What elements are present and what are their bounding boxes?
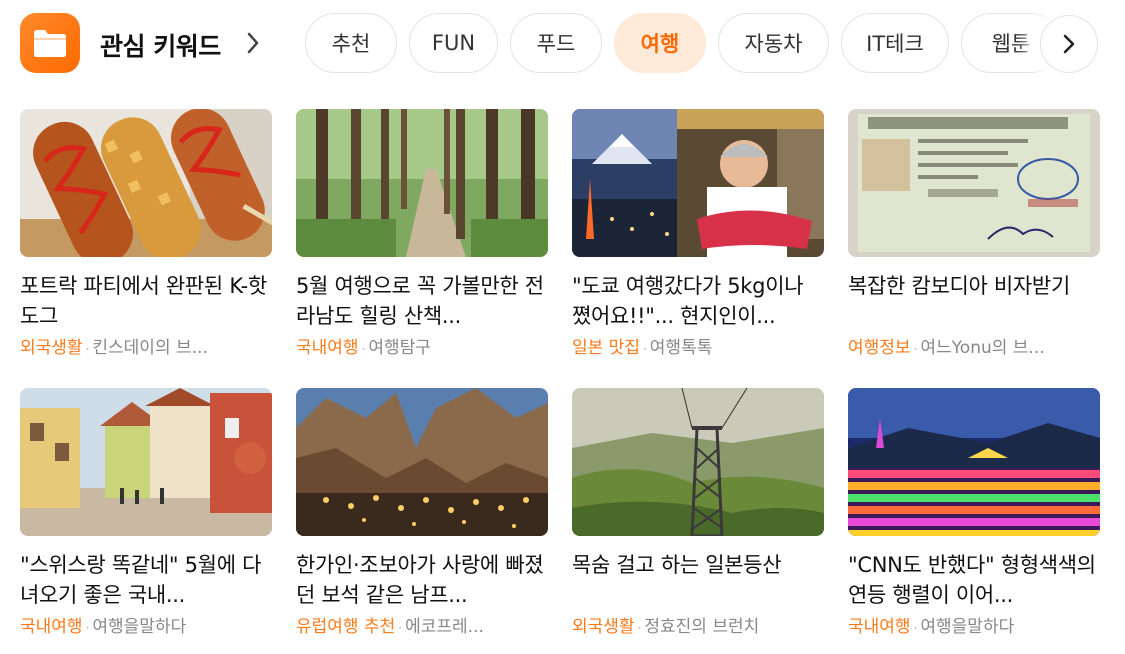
- article-source: 여행을말하다: [92, 617, 187, 637]
- folder-icon[interactable]: [20, 13, 80, 73]
- next-tabs-button[interactable]: [1040, 15, 1098, 73]
- tab-fun[interactable]: FUN: [409, 13, 498, 73]
- interest-keywords-title[interactable]: 관심 키워드: [100, 27, 221, 63]
- separator-dot: ·: [913, 621, 918, 635]
- article-category: 여행정보: [848, 338, 911, 358]
- article-meta: 외국생활 · 킨스데이의 브...: [20, 337, 272, 360]
- cable-car-mountain-thumbnail: [572, 388, 824, 536]
- article-category: 국내여행: [20, 617, 83, 637]
- article-source: 여행톡톡: [649, 338, 713, 358]
- chevron-right-icon: [1063, 34, 1075, 54]
- article-meta: 국내여행 · 여행을말하다: [20, 616, 272, 639]
- separator-dot: ·: [398, 621, 403, 635]
- article-category: 일본 맛집: [572, 338, 640, 358]
- tab-travel[interactable]: 여행: [614, 13, 706, 73]
- tab-food[interactable]: 푸드: [510, 13, 602, 73]
- tab-recommended[interactable]: 추천: [305, 13, 397, 73]
- article-source: 여행탐구: [368, 338, 431, 358]
- separator-dot: ·: [85, 621, 90, 635]
- article-title[interactable]: "도쿄 여행갔다가 5kg이나 쪘어요!!"... 현지인이...: [572, 271, 824, 331]
- hotdog-thumbnail: [20, 109, 272, 257]
- article-meta: 외국생활 · 정효진의 브런치: [572, 616, 824, 639]
- article-source: 에코프레...: [405, 617, 484, 637]
- separator-dot: ·: [637, 621, 642, 635]
- tab-cars[interactable]: 자동차: [718, 13, 829, 73]
- article-meta: 일본 맛집 · 여행톡톡: [572, 337, 824, 360]
- article-category: 유럽여행 추천: [296, 617, 396, 637]
- article-meta: 국내여행 · 여행을말하다: [848, 616, 1100, 639]
- lantern-temple-thumbnail: [848, 388, 1100, 536]
- tab-it-tech[interactable]: IT테크: [841, 13, 949, 73]
- forest-path-thumbnail: [296, 109, 548, 257]
- article-category: 외국생활: [20, 338, 83, 358]
- article-meta: 여행정보 · 여느Yonu의 브...: [848, 337, 1100, 360]
- cambodia-visa-thumbnail: [848, 109, 1100, 257]
- keyword-header: 관심 키워드 추천 FUN 푸드 여행 자동차 IT테크 웹툰: [0, 0, 1125, 90]
- article-source: 킨스데이의 브...: [92, 338, 208, 358]
- swiss-village-thumbnail: [20, 388, 272, 536]
- article-title[interactable]: 포트락 파티에서 완판된 K-핫도그: [20, 271, 272, 331]
- article-title[interactable]: 5월 여행으로 꼭 가볼만한 전라남도 힐링 산책...: [296, 271, 548, 331]
- south-france-village-thumbnail: [296, 388, 548, 536]
- article-source: 정효진의 브런치: [644, 617, 760, 637]
- article-meta: 국내여행 · 여행탐구: [296, 337, 548, 360]
- chevron-right-icon[interactable]: [246, 31, 260, 55]
- article-title[interactable]: 목숨 걸고 하는 일본등산: [572, 550, 824, 580]
- article-title[interactable]: "CNN도 반했다" 형형색색의 연등 행렬이 이어...: [848, 550, 1100, 610]
- article-meta: 유럽여행 추천 · 에코프레...: [296, 616, 548, 639]
- separator-dot: ·: [361, 342, 366, 356]
- tokyo-chef-thumbnail: [572, 109, 824, 257]
- article-category: 외국생활: [572, 617, 635, 637]
- article-category: 국내여행: [296, 338, 359, 358]
- separator-dot: ·: [85, 342, 90, 356]
- separator-dot: ·: [642, 342, 647, 356]
- article-title[interactable]: "스위스랑 똑같네" 5월에 다녀오기 좋은 국내...: [20, 550, 272, 610]
- article-source: 여느Yonu의 브...: [920, 338, 1045, 358]
- article-title[interactable]: 복잡한 캄보디아 비자받기: [848, 271, 1100, 301]
- article-source: 여행을말하다: [920, 617, 1015, 637]
- article-title[interactable]: 한가인·조보아가 사랑에 빠졌던 보석 같은 남프...: [296, 550, 548, 610]
- article-category: 국내여행: [848, 617, 911, 637]
- separator-dot: ·: [913, 342, 918, 356]
